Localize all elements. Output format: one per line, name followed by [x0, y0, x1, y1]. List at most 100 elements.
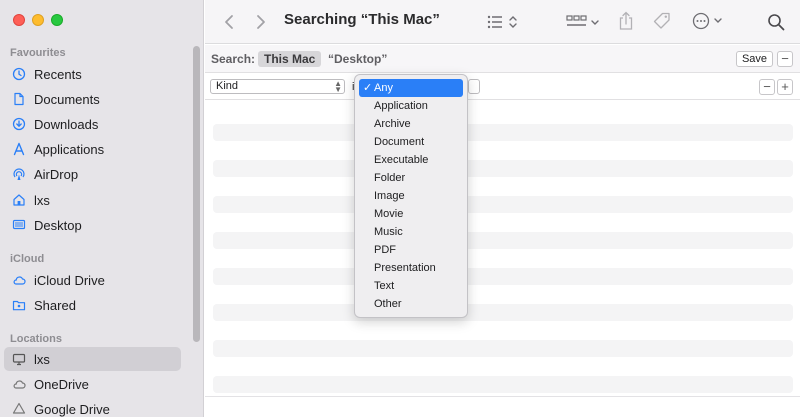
results-list: [205, 101, 800, 417]
search-label: Search:: [211, 52, 256, 66]
dropdown-item-music[interactable]: Music: [359, 223, 463, 241]
dropdown-item-label: Archive: [374, 118, 411, 130]
path-bar-divider: [205, 396, 800, 397]
search-button[interactable]: [765, 11, 787, 33]
dropdown-item-label: Movie: [374, 208, 404, 220]
sidebar-item-onedrive[interactable]: OneDrive: [4, 372, 181, 396]
dropdown-item-label: Application: [374, 100, 428, 112]
sidebar-section-favourites: Favourites: [10, 47, 66, 59]
add-criteria-button[interactable]: +: [777, 79, 793, 95]
sidebar-item-label: Google Drive: [34, 401, 110, 417]
dropdown-item-label: PDF: [374, 244, 396, 256]
chevron-left-icon: [225, 15, 233, 29]
desktop-icon: [12, 218, 26, 232]
share-icon: [619, 11, 633, 30]
sidebar-item-label: Shared: [34, 297, 76, 313]
results-row-placeholder: [213, 340, 793, 357]
dropdown-item-label: Executable: [374, 154, 429, 166]
search-scope-bar: Search: This Mac “Desktop” Save −: [205, 45, 800, 73]
document-icon: [12, 92, 26, 106]
chevron-right-icon: [257, 15, 265, 29]
sidebar-item-airdrop[interactable]: AirDrop: [4, 162, 181, 186]
sidebar-item-lxs-computer[interactable]: lxs: [4, 347, 181, 371]
cloud-icon: [12, 273, 26, 287]
scope-this-mac-button[interactable]: This Mac: [258, 51, 322, 67]
back-button[interactable]: [219, 12, 239, 32]
minimize-window-button[interactable]: [32, 14, 44, 26]
sidebar-item-label: lxs: [34, 351, 50, 367]
more-actions-button[interactable]: [692, 11, 726, 31]
zoom-window-button[interactable]: [51, 14, 63, 26]
drive-icon: [12, 402, 26, 416]
value-select[interactable]: [468, 79, 480, 94]
results-row-placeholder: [213, 196, 793, 213]
cloud-icon: [12, 377, 26, 391]
save-search-button[interactable]: Save: [736, 51, 773, 67]
dropdown-item-text[interactable]: Text: [359, 277, 463, 295]
results-row-placeholder: [213, 124, 793, 141]
tag-button[interactable]: [651, 10, 673, 32]
shared-folder-icon: [12, 298, 26, 312]
home-icon: [12, 193, 26, 207]
sidebar-item-shared[interactable]: Shared: [4, 293, 181, 317]
group-by-button[interactable]: [565, 12, 601, 32]
sidebar-item-applications[interactable]: Applications: [4, 137, 181, 161]
share-button[interactable]: [616, 10, 636, 32]
sidebar-item-label: OneDrive: [34, 376, 89, 392]
remove-criteria-button[interactable]: −: [759, 79, 775, 95]
dropdown-item-label: Other: [374, 298, 402, 310]
dropdown-item-image[interactable]: Image: [359, 187, 463, 205]
sidebar-item-google-drive[interactable]: Google Drive: [4, 397, 181, 417]
close-window-button[interactable]: [13, 14, 25, 26]
sidebar-item-label: Recents: [34, 66, 82, 82]
dropdown-item-archive[interactable]: Archive: [359, 115, 463, 133]
forward-button[interactable]: [251, 12, 271, 32]
results-row-placeholder: [213, 160, 793, 177]
attribute-select[interactable]: Kind ▲ ▼: [210, 79, 345, 94]
more-icon: [692, 12, 722, 30]
dropdown-item-pdf[interactable]: PDF: [359, 241, 463, 259]
dropdown-item-folder[interactable]: Folder: [359, 169, 463, 187]
sidebar-item-recents[interactable]: Recents: [4, 62, 181, 86]
sidebar-item-lxs-home[interactable]: lxs: [4, 188, 181, 212]
sidebar-item-documents[interactable]: Documents: [4, 87, 181, 111]
dropdown-item-executable[interactable]: Executable: [359, 151, 463, 169]
checkmark-icon: ✓: [363, 82, 373, 94]
dropdown-item-label: Any: [374, 82, 393, 94]
clock-icon: [12, 67, 26, 81]
dropdown-item-application[interactable]: Application: [359, 97, 463, 115]
dropdown-item-other[interactable]: Other: [359, 295, 463, 313]
results-row-placeholder: [213, 304, 793, 321]
search-icon: [768, 14, 785, 31]
scope-desktop-button[interactable]: “Desktop”: [328, 52, 387, 66]
sidebar-item-label: Documents: [34, 91, 100, 107]
dropdown-item-document[interactable]: Document: [359, 133, 463, 151]
download-icon: [12, 117, 26, 131]
attribute-select-value: Kind: [216, 80, 239, 92]
list-view-icon: [487, 15, 517, 29]
applications-icon: [12, 142, 26, 156]
sidebar-item-downloads[interactable]: Downloads: [4, 112, 181, 136]
sidebar-item-label: Desktop: [34, 217, 82, 233]
dropdown-item-presentation[interactable]: Presentation: [359, 259, 463, 277]
sidebar-scrollbar[interactable]: [193, 46, 200, 342]
sidebar-item-icloud-drive[interactable]: iCloud Drive: [4, 268, 181, 292]
airdrop-icon: [12, 167, 26, 181]
sidebar-item-label: AirDrop: [34, 166, 79, 182]
select-arrows-icon: ▲ ▼: [334, 79, 342, 94]
kind-value-dropdown-menu: ✓ Any Application Archive Document Execu…: [354, 74, 468, 318]
sidebar-item-label: lxs: [34, 192, 50, 208]
dropdown-item-label: Image: [374, 190, 405, 202]
window-title: Searching “This Mac”: [284, 11, 440, 28]
remove-search-button[interactable]: −: [777, 51, 793, 67]
sidebar-item-label: Downloads: [34, 116, 99, 132]
dropdown-item-any[interactable]: ✓ Any: [359, 79, 463, 97]
sidebar-item-desktop[interactable]: Desktop: [4, 213, 181, 237]
dropdown-item-movie[interactable]: Movie: [359, 205, 463, 223]
sidebar-section-locations: Locations: [10, 333, 62, 345]
grid-view-icon: [566, 15, 599, 26]
view-options-button[interactable]: [485, 12, 521, 32]
dropdown-item-label: Document: [374, 136, 425, 148]
sidebar-item-label: Applications: [34, 141, 105, 157]
tag-icon: [653, 12, 670, 29]
